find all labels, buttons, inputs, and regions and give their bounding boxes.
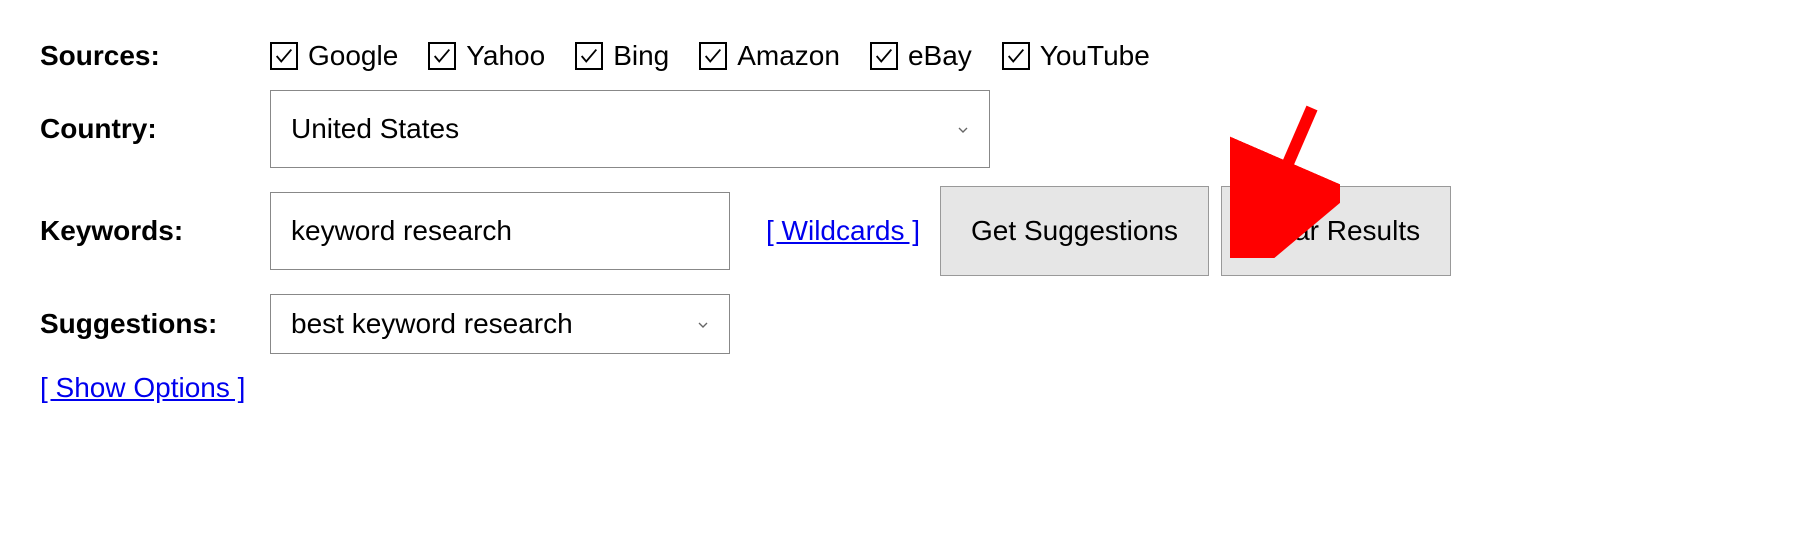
checkbox-label: Amazon: [737, 40, 840, 72]
show-options-row: [ Show Options ]: [40, 372, 1780, 404]
country-row: Country: United States: [40, 90, 1780, 168]
suggestions-select[interactable]: best keyword research: [270, 294, 730, 354]
wildcards-link[interactable]: [ Wildcards ]: [766, 215, 920, 246]
checkmark-icon: [870, 42, 898, 70]
sources-checkbox-group: Google Yahoo Bing Amazon: [270, 40, 1180, 72]
suggestions-selected-value: best keyword research: [291, 308, 573, 340]
sources-label: Sources:: [40, 40, 270, 72]
checkbox-youtube[interactable]: YouTube: [1002, 40, 1150, 72]
checkbox-label: YouTube: [1040, 40, 1150, 72]
suggestions-label: Suggestions:: [40, 308, 270, 340]
checkmark-icon: [699, 42, 727, 70]
clear-results-button[interactable]: Clear Results: [1221, 186, 1451, 276]
checkbox-label: eBay: [908, 40, 972, 72]
checkmark-icon: [270, 42, 298, 70]
checkbox-label: Bing: [613, 40, 669, 72]
chevron-down-icon: [695, 308, 711, 340]
checkbox-label: Yahoo: [466, 40, 545, 72]
suggestions-row: Suggestions: best keyword research: [40, 294, 1780, 354]
checkbox-label: Google: [308, 40, 398, 72]
country-select[interactable]: United States: [270, 90, 990, 168]
checkbox-google[interactable]: Google: [270, 40, 398, 72]
get-suggestions-button[interactable]: Get Suggestions: [940, 186, 1209, 276]
checkbox-ebay[interactable]: eBay: [870, 40, 972, 72]
checkmark-icon: [575, 42, 603, 70]
keywords-label: Keywords:: [40, 215, 270, 247]
country-selected-value: United States: [291, 113, 459, 145]
show-options-link[interactable]: [ Show Options ]: [40, 372, 245, 404]
sources-row: Sources: Google Yahoo Bing: [40, 40, 1780, 72]
keywords-row: Keywords: [ Wildcards ] Get Suggestions …: [40, 186, 1780, 276]
keywords-input[interactable]: [270, 192, 730, 270]
checkbox-amazon[interactable]: Amazon: [699, 40, 840, 72]
checkbox-yahoo[interactable]: Yahoo: [428, 40, 545, 72]
checkmark-icon: [1002, 42, 1030, 70]
checkmark-icon: [428, 42, 456, 70]
chevron-down-icon: [955, 113, 971, 145]
checkbox-bing[interactable]: Bing: [575, 40, 669, 72]
country-label: Country:: [40, 113, 270, 145]
